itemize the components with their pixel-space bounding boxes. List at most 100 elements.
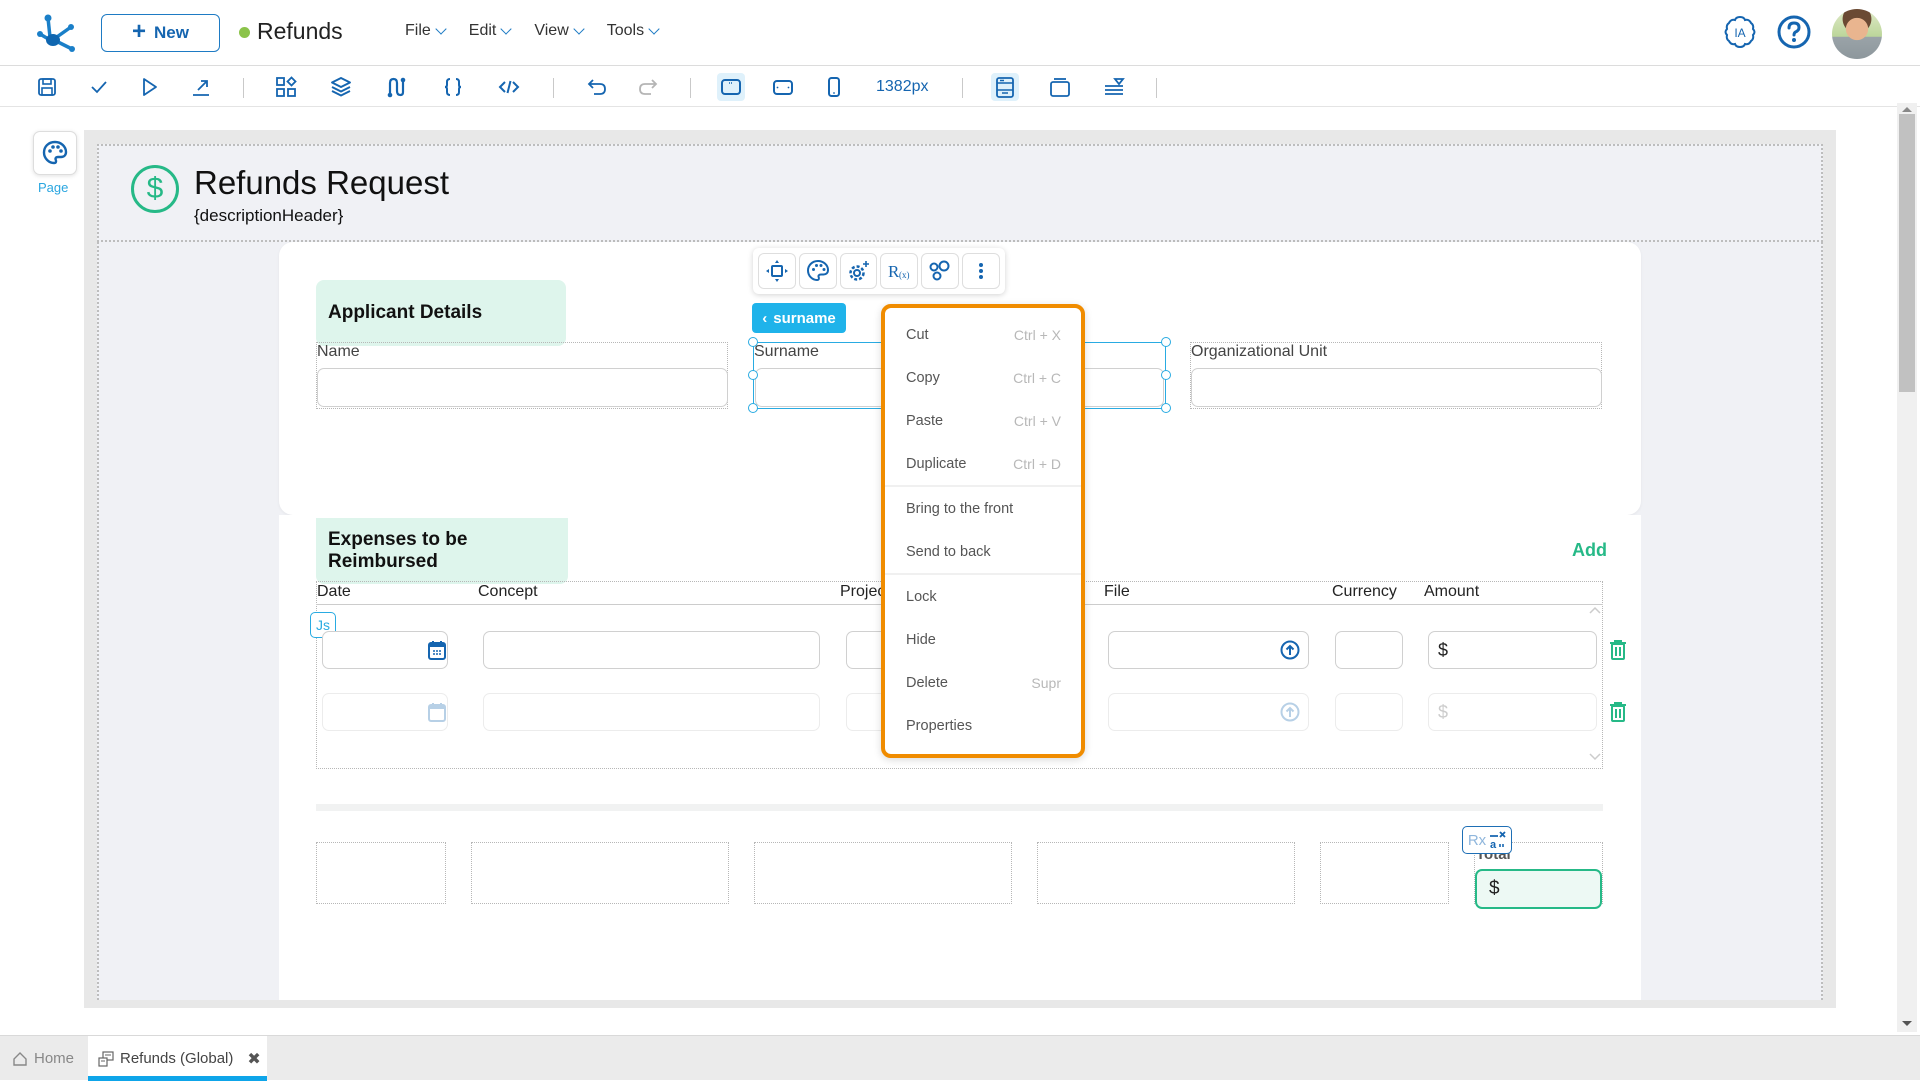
user-avatar[interactable] <box>1832 9 1882 59</box>
menu-edit[interactable]: Edit <box>469 22 513 40</box>
file-input-template[interactable] <box>1108 693 1309 731</box>
project-input-template[interactable] <box>846 693 886 731</box>
save-button[interactable] <box>33 73 61 101</box>
tab-home-label: Home <box>34 1050 75 1067</box>
file-input[interactable] <box>1108 631 1309 669</box>
menu-item-send-to-back[interactable]: Send to back <box>885 530 1081 573</box>
totals-cell <box>1037 842 1295 904</box>
style-button[interactable] <box>798 253 837 289</box>
resize-handle[interactable] <box>1161 403 1171 413</box>
layout-header-button[interactable] <box>991 73 1019 101</box>
app-logo-icon[interactable] <box>34 12 76 54</box>
redo-button[interactable] <box>634 73 662 101</box>
control-floating-toolbar: R (x) <box>753 248 1005 294</box>
resize-handle[interactable] <box>1161 370 1171 380</box>
code-icon <box>498 80 520 94</box>
tab-home[interactable]: Home <box>12 1036 74 1081</box>
layers-button[interactable] <box>327 73 355 101</box>
menu-item-copy[interactable]: Copy Ctrl + C <box>885 356 1081 399</box>
validate-button[interactable] <box>85 73 113 101</box>
resize-handle[interactable] <box>748 337 758 347</box>
move-button[interactable] <box>758 253 796 289</box>
scroll-up-arrow-icon[interactable] <box>1902 107 1912 112</box>
form-subtitle: {descriptionHeader} <box>194 206 344 225</box>
amount-currency-symbol: $ <box>1438 702 1449 722</box>
rules-button[interactable]: R (x) <box>880 253 919 289</box>
menu-tools[interactable]: Tools <box>606 22 660 40</box>
add-row-link[interactable]: Add <box>1572 540 1607 561</box>
grid-scroll-up-icon[interactable] <box>1589 606 1601 614</box>
resize-handle[interactable] <box>1161 337 1171 347</box>
menu-item-bring-to-front[interactable]: Bring to the front <box>885 487 1081 530</box>
menu-item-cut[interactable]: Cut Ctrl + X <box>885 313 1081 356</box>
run-button[interactable] <box>135 73 163 101</box>
close-tab-icon[interactable]: ✖ <box>247 1049 260 1069</box>
name-label: Name <box>317 343 360 360</box>
menu-item-paste[interactable]: Paste Ctrl + V <box>885 399 1081 442</box>
upload-icon[interactable] <box>1280 640 1300 660</box>
editor-toolbar: 1382px <box>0 67 1920 107</box>
calendar-icon[interactable] <box>428 640 446 660</box>
scroll-down-arrow-icon[interactable] <box>1902 1021 1912 1026</box>
column-header-date: Date <box>317 583 351 600</box>
tablet-view-button[interactable] <box>769 73 797 101</box>
column-header-amount: Amount <box>1424 583 1480 600</box>
currency-input[interactable] <box>1335 631 1403 669</box>
mobile-view-button[interactable] <box>820 73 848 101</box>
project-input[interactable] <box>846 631 886 669</box>
menu-item-shortcut: Ctrl + V <box>1013 412 1061 429</box>
settings-button[interactable] <box>839 253 878 289</box>
palette-icon <box>806 259 829 282</box>
menu-item-hide[interactable]: Hide <box>885 618 1081 661</box>
components-button[interactable] <box>272 73 300 101</box>
menu-item-properties[interactable]: Properties <box>885 704 1081 747</box>
menu-item-duplicate[interactable]: Duplicate Ctrl + D <box>885 442 1081 485</box>
currency-input-template[interactable] <box>1335 693 1403 731</box>
concept-input[interactable] <box>483 631 820 669</box>
delete-row-icon[interactable] <box>1609 701 1627 723</box>
code-button[interactable] <box>495 73 523 101</box>
help-icon[interactable] <box>1776 14 1812 50</box>
new-button[interactable]: + New <box>101 14 220 52</box>
selected-control-chip[interactable]: ‹ surname <box>752 303 846 333</box>
tab-refunds-global[interactable]: Refunds (Global) ✖ <box>88 1036 267 1081</box>
delete-row-icon[interactable] <box>1609 639 1627 661</box>
variables-button[interactable] <box>439 73 467 101</box>
resize-handle[interactable] <box>748 403 758 413</box>
desktop-view-button[interactable] <box>717 73 745 101</box>
amount-input[interactable] <box>1428 631 1597 669</box>
total-amount-input[interactable]: $ <box>1475 869 1602 909</box>
applicant-section-title[interactable]: Applicant Details <box>316 280 566 346</box>
undo-button[interactable] <box>583 73 611 101</box>
ia-assistant-icon[interactable]: IA <box>1722 14 1758 50</box>
resize-handle[interactable] <box>748 370 758 380</box>
layout-window-button[interactable] <box>1046 73 1074 101</box>
concept-input-template[interactable] <box>483 693 820 731</box>
tab-refunds-label: Refunds (Global) <box>120 1050 234 1067</box>
layout-align-button[interactable] <box>1100 73 1128 101</box>
org-unit-input[interactable] <box>1191 368 1602 407</box>
menu-item-label: Copy <box>906 369 940 386</box>
rules-badge[interactable]: Rx a <box>1462 826 1512 854</box>
amount-input-template[interactable] <box>1428 693 1597 731</box>
menu-file[interactable]: File <box>405 22 447 40</box>
org-unit-label: Organizational Unit <box>1191 343 1328 360</box>
connections-button[interactable] <box>921 253 960 289</box>
page-style-button[interactable] <box>33 131 77 175</box>
name-input[interactable] <box>317 368 728 407</box>
flow-button[interactable] <box>382 73 410 101</box>
more-options-button[interactable] <box>962 253 1000 289</box>
expenses-section-title[interactable]: Expenses to be Reimbursed <box>316 518 568 584</box>
chevron-down-icon <box>435 23 447 35</box>
plus-icon: + <box>132 18 147 45</box>
menu-item-lock[interactable]: Lock <box>885 575 1081 618</box>
menu-tools-label: Tools <box>606 22 645 39</box>
grid-scroll-down-icon[interactable] <box>1589 753 1601 761</box>
scrollbar-thumb[interactable] <box>1899 114 1915 392</box>
vertical-scrollbar[interactable] <box>1897 103 1917 1032</box>
export-button[interactable] <box>187 73 215 101</box>
menu-view[interactable]: View <box>534 22 585 40</box>
menu-item-delete[interactable]: Delete Supr <box>885 661 1081 704</box>
rx-label: Rx <box>1467 831 1487 849</box>
layout-header-icon <box>996 77 1014 98</box>
